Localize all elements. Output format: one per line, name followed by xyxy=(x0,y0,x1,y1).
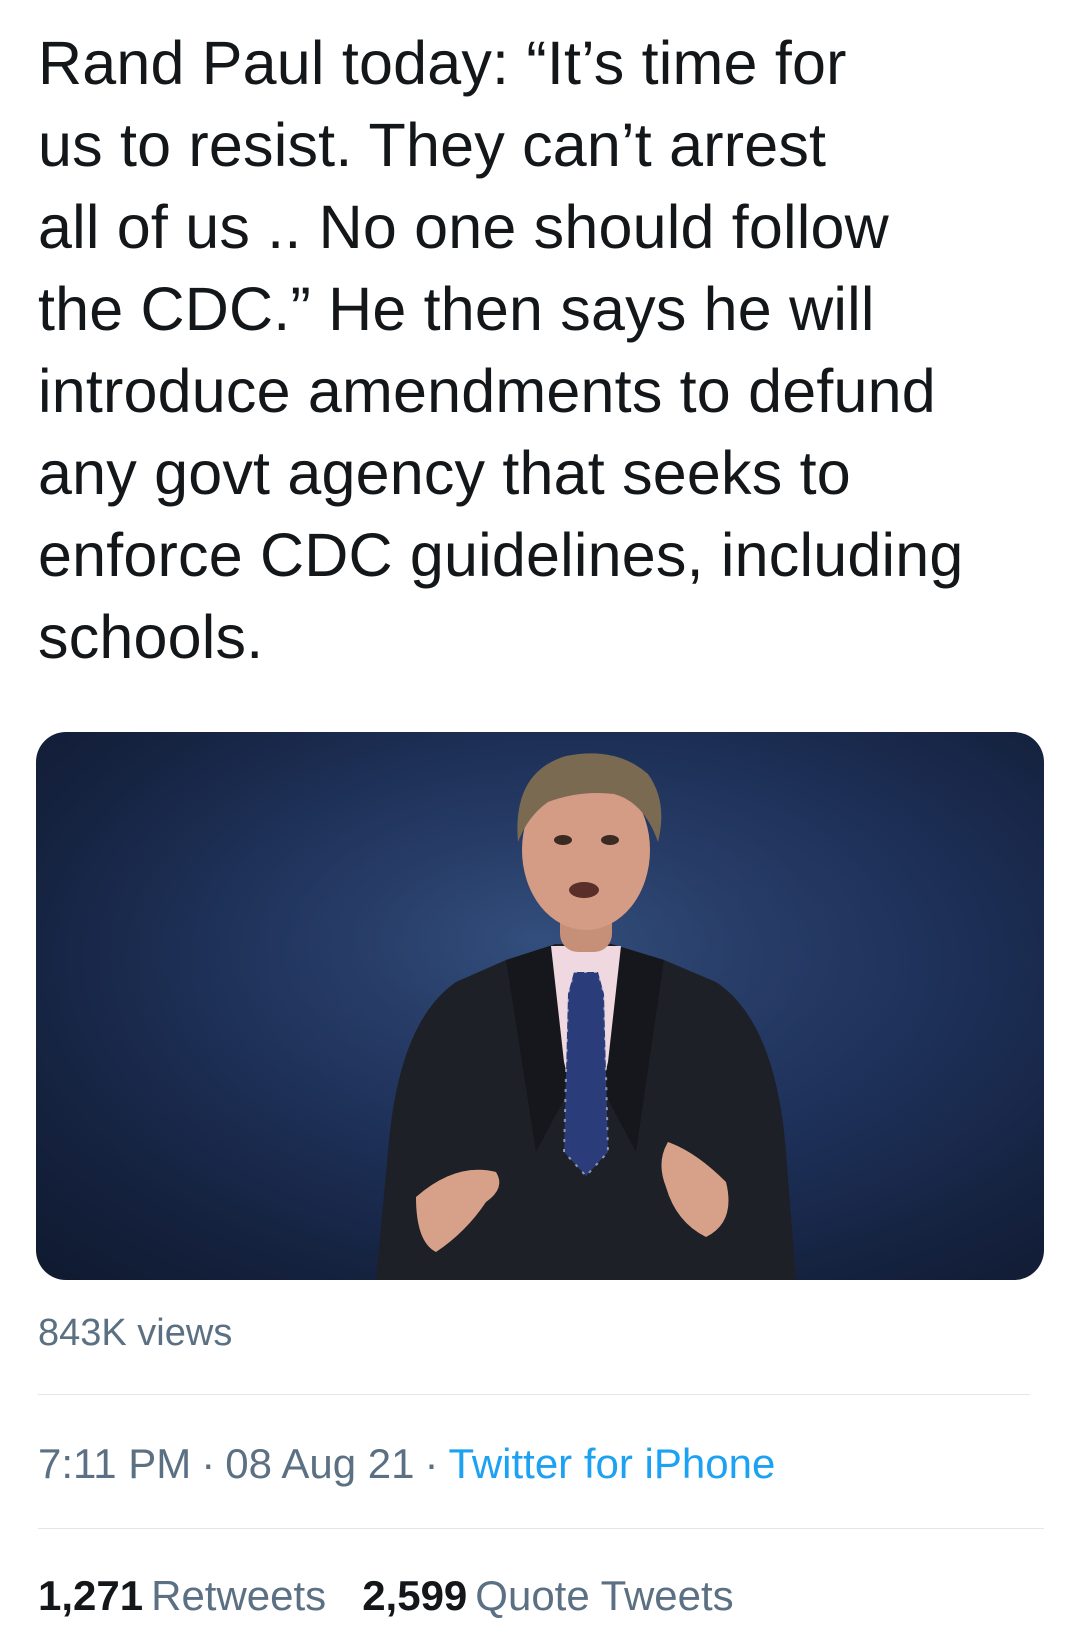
quote-tweets-label: Quote Tweets xyxy=(475,1572,734,1619)
meta-separator: · xyxy=(424,1440,439,1487)
tweet-text: Rand Paul today: “It’s time for us to re… xyxy=(38,29,964,671)
tweet-date: 08 Aug 21 xyxy=(225,1440,415,1487)
quote-tweets-count: 2,599 xyxy=(362,1572,468,1619)
retweets-stat[interactable]: 1,271 Retweets xyxy=(38,1572,326,1619)
view-count: 843K views xyxy=(38,1312,233,1354)
retweets-count: 1,271 xyxy=(38,1572,144,1619)
divider xyxy=(38,1394,1030,1395)
tweet-stats: 1,271 Retweets 2,599 Quote Tweets xyxy=(38,1572,734,1620)
speaker-tie xyxy=(564,972,608,1176)
meta-separator: · xyxy=(201,1440,216,1487)
tweet-metadata: 7:11 PM · 08 Aug 21 · Twitter for iPhone xyxy=(38,1440,775,1488)
tweet-time: 7:11 PM xyxy=(38,1440,192,1487)
retweets-label: Retweets xyxy=(151,1572,327,1619)
tweet-source-link[interactable]: Twitter for iPhone xyxy=(448,1440,775,1487)
video-thumbnail xyxy=(36,732,1044,1280)
quote-tweets-stat[interactable]: 2,599 Quote Tweets xyxy=(362,1572,734,1619)
speaker-mouth xyxy=(569,882,599,898)
divider xyxy=(38,1528,1044,1529)
tweet-video[interactable] xyxy=(36,732,1044,1280)
